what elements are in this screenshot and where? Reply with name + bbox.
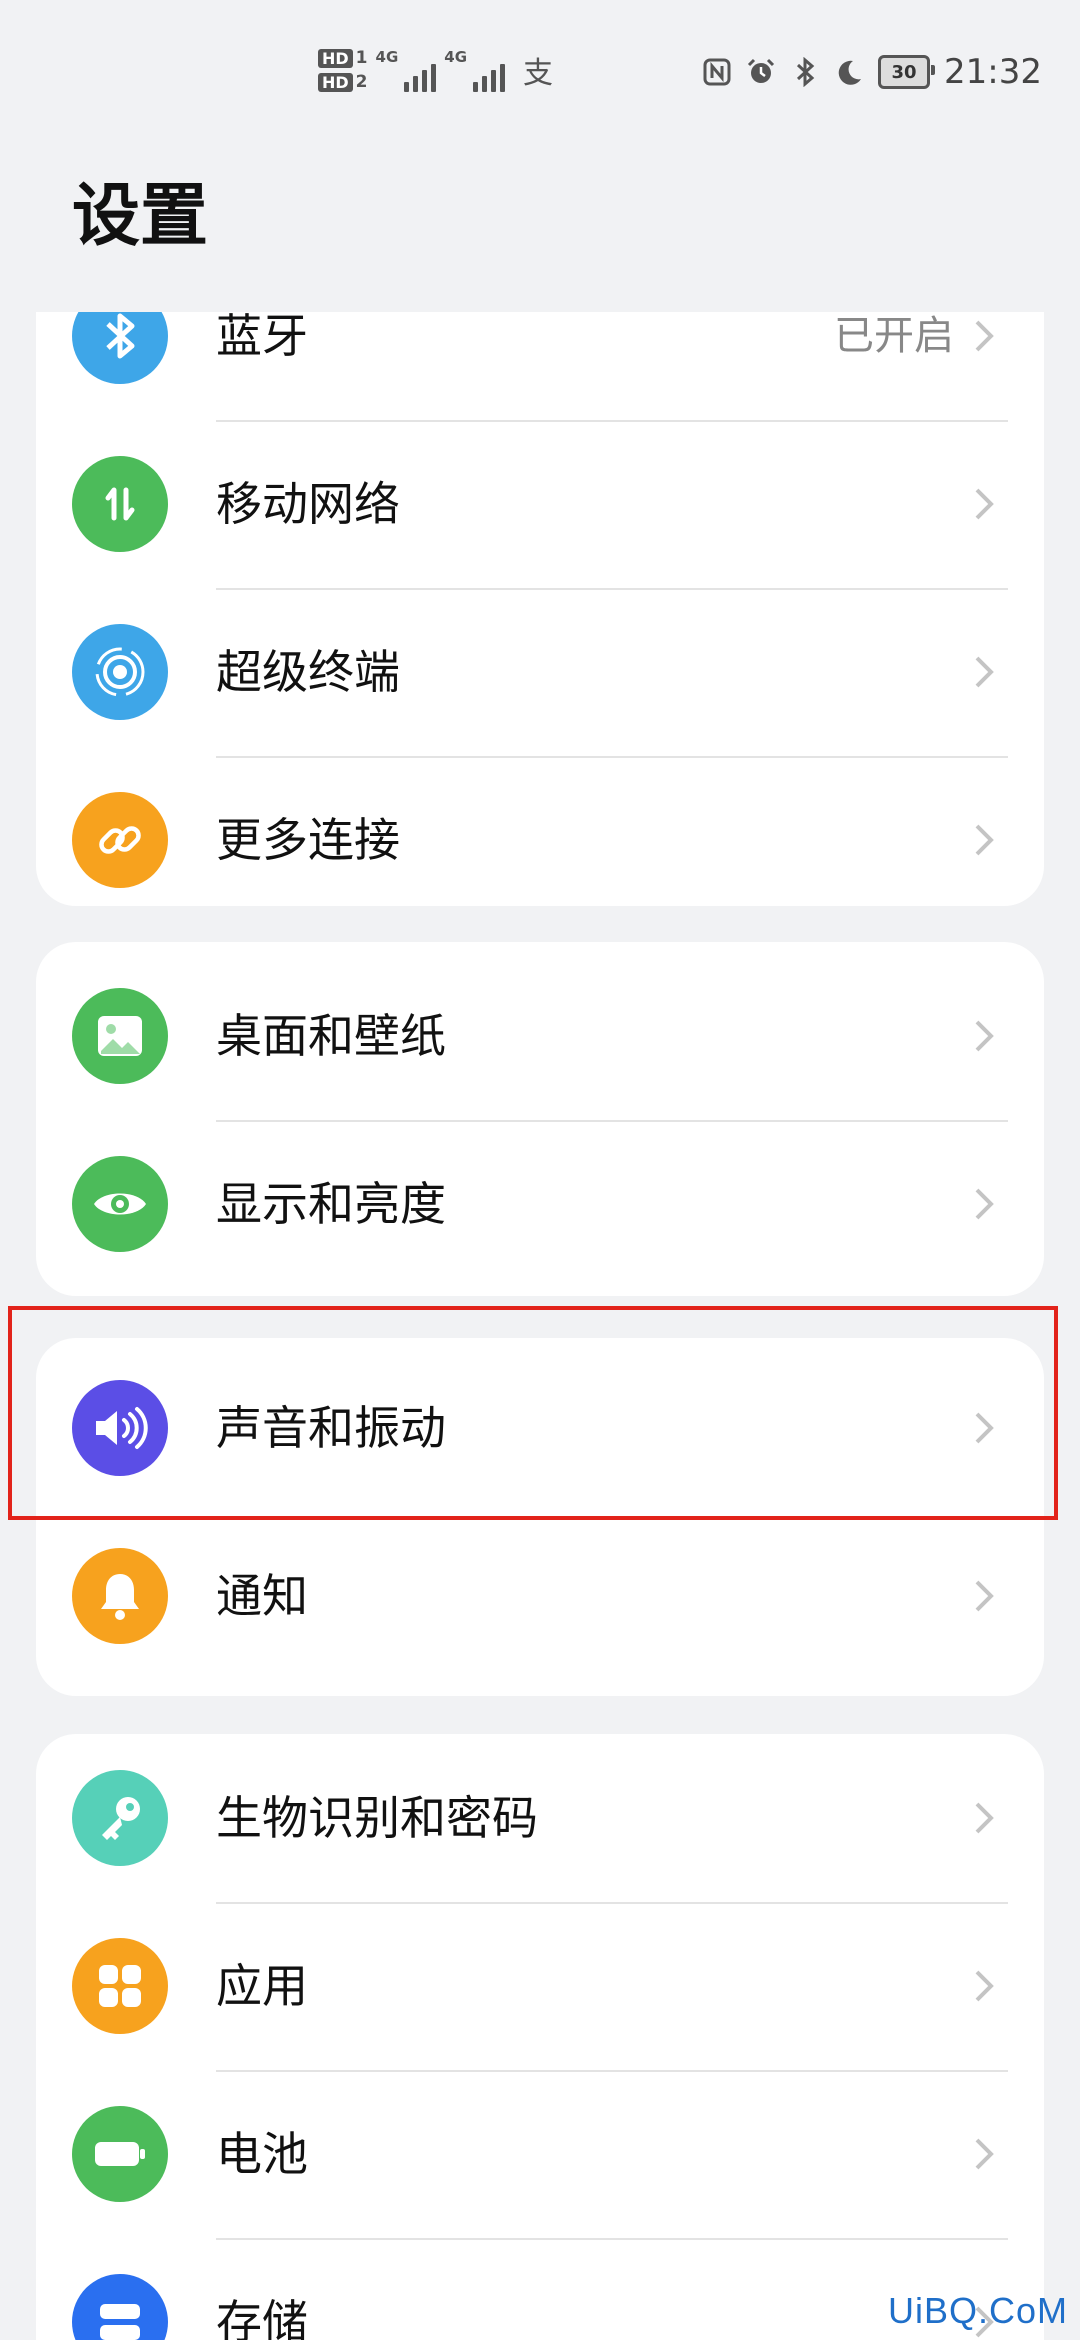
settings-item-mobile-network[interactable]: 移动网络 xyxy=(36,420,1044,588)
watermark: UiBQ.CoM xyxy=(887,2290,1068,2331)
settings-item-battery[interactable]: 电池 xyxy=(36,2070,1044,2238)
status-bar: HD 1 HD 2 4G 4G 支 30 21:32 xyxy=(0,0,1080,150)
alarm-icon xyxy=(746,57,776,87)
settings-item-super-device[interactable]: 超级终端 xyxy=(36,588,1044,756)
chevron-right-icon xyxy=(975,1188,994,1220)
settings-item-display[interactable]: 显示和亮度 xyxy=(36,1120,1044,1288)
sim-hd-indicators: HD 1 HD 2 xyxy=(318,48,368,92)
link-icon xyxy=(72,792,168,888)
settings-item-label: 应用 xyxy=(216,1959,308,2013)
network-type-2: 4G xyxy=(444,48,468,66)
signal-icon-2: 4G xyxy=(444,48,506,92)
nfc-icon xyxy=(702,57,732,87)
status-right: 30 21:32 xyxy=(702,52,1042,92)
settings-item-label: 声音和振动 xyxy=(216,1401,446,1455)
settings-item-label: 蓝牙 xyxy=(216,312,308,363)
settings-item-label: 电池 xyxy=(216,2127,308,2181)
settings-item-value: 已开启 xyxy=(834,313,954,359)
settings-list[interactable]: 蓝牙 已开启 移动网络 超级终端 更多连接 桌面和壁纸 显示和亮度 声音和振动 … xyxy=(0,312,1080,2340)
settings-item-label: 生物识别和密码 xyxy=(216,1791,538,1845)
page-title: 设置 xyxy=(72,177,209,256)
hd1-badge: HD xyxy=(318,48,353,68)
apps-icon xyxy=(72,1938,168,2034)
settings-group-display: 桌面和壁纸 显示和亮度 xyxy=(36,942,1044,1296)
settings-item-label: 通知 xyxy=(216,1569,308,1623)
settings-group-connectivity: 蓝牙 已开启 移动网络 超级终端 更多连接 xyxy=(36,312,1044,906)
super-device-icon xyxy=(72,624,168,720)
chevron-right-icon xyxy=(975,1412,994,1444)
key-icon xyxy=(72,1770,168,1866)
hd2-badge: HD xyxy=(318,72,353,92)
settings-item-label: 显示和亮度 xyxy=(216,1177,446,1231)
eye-icon xyxy=(72,1156,168,1252)
chevron-right-icon xyxy=(975,488,994,520)
settings-item-label: 存储 xyxy=(216,2295,308,2340)
chevron-right-icon xyxy=(975,824,994,856)
mobile-data-icon xyxy=(72,456,168,552)
settings-item-apps[interactable]: 应用 xyxy=(36,1902,1044,2070)
settings-group-security-apps: 生物识别和密码 应用 电池 存储 xyxy=(36,1734,1044,2340)
battery-indicator: 30 xyxy=(878,55,936,89)
chevron-right-icon xyxy=(975,2138,994,2170)
settings-item-label: 桌面和壁纸 xyxy=(216,1009,446,1063)
settings-item-label: 超级终端 xyxy=(216,645,400,699)
settings-item-sound-vibration[interactable]: 声音和振动 xyxy=(36,1344,1044,1512)
hd1-num: 1 xyxy=(355,48,368,68)
bell-icon xyxy=(72,1548,168,1644)
speaker-icon xyxy=(72,1380,168,1476)
settings-item-more-connections[interactable]: 更多连接 xyxy=(36,756,1044,906)
settings-item-notifications[interactable]: 通知 xyxy=(36,1512,1044,1680)
clock: 21:32 xyxy=(944,52,1042,92)
moon-icon xyxy=(834,57,864,87)
settings-item-bluetooth[interactable]: 蓝牙 已开启 xyxy=(36,312,1044,420)
settings-item-label: 更多连接 xyxy=(216,813,400,867)
chevron-right-icon xyxy=(975,1020,994,1052)
settings-item-label: 移动网络 xyxy=(216,477,400,531)
storage-icon xyxy=(72,2274,168,2340)
chevron-right-icon xyxy=(975,1580,994,1612)
chevron-right-icon xyxy=(975,1970,994,2002)
settings-item-biometrics[interactable]: 生物识别和密码 xyxy=(36,1734,1044,1902)
alipay-icon: 支 xyxy=(523,56,554,91)
hd2-num: 2 xyxy=(355,72,368,92)
bluetooth-icon xyxy=(790,57,820,87)
wallpaper-icon xyxy=(72,988,168,1084)
signal-icon-1: 4G xyxy=(376,48,437,92)
chevron-right-icon xyxy=(975,1802,994,1834)
settings-group-sound-notify: 声音和振动 通知 xyxy=(36,1338,1044,1696)
network-type-1: 4G xyxy=(375,48,399,66)
settings-item-wallpaper[interactable]: 桌面和壁纸 xyxy=(36,952,1044,1120)
status-left: HD 1 HD 2 4G 4G 支 xyxy=(318,48,553,92)
chevron-right-icon xyxy=(975,320,994,352)
chevron-right-icon xyxy=(975,656,994,688)
battery-icon xyxy=(72,2106,168,2202)
bluetooth-icon xyxy=(72,312,168,384)
